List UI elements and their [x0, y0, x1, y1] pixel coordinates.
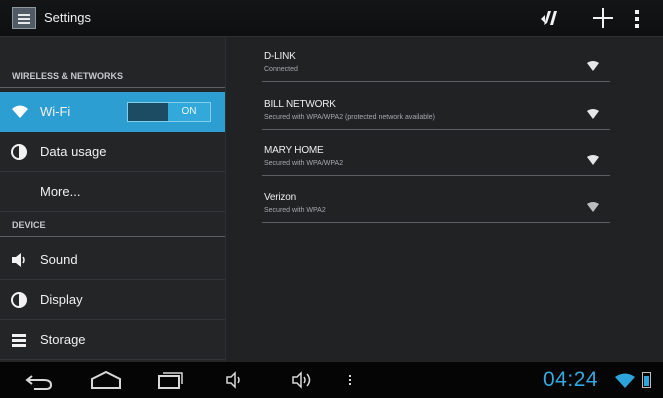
sidebar-item-label: Sound — [40, 252, 78, 267]
network-item[interactable]: D-LINK Connected — [262, 37, 610, 82]
sidebar-item-wifi[interactable]: Wi-Fi ON — [0, 92, 225, 132]
sidebar-item-more[interactable]: More... — [0, 172, 225, 212]
sidebar-item-label: Storage — [40, 332, 86, 347]
wifi-signal-icon — [586, 59, 600, 71]
wifi-network-list: D-LINK Connected BILL NETWORK Secured wi… — [226, 37, 663, 362]
wifi-signal-icon — [586, 107, 600, 119]
overflow-menu-icon[interactable] — [633, 5, 659, 31]
add-network-icon[interactable] — [590, 5, 616, 31]
clock[interactable]: 04:24 — [543, 368, 598, 392]
home-icon[interactable] — [89, 370, 123, 390]
section-header-wireless: WIRELESS & NETWORKS — [0, 68, 225, 88]
wps-sync-icon[interactable] — [536, 5, 562, 31]
network-status: Secured with WPA/WPA2 — [264, 160, 344, 167]
battery-icon[interactable] — [642, 372, 651, 388]
network-status: Secured with WPA/WPA2 (protected network… — [264, 114, 435, 121]
settings-app-icon[interactable] — [12, 7, 36, 29]
display-icon — [11, 292, 29, 308]
wifi-toggle-state: ON — [168, 103, 210, 121]
sidebar-item-label: Display — [40, 292, 83, 307]
sidebar-item-display[interactable]: Display — [0, 280, 225, 320]
volume-down-icon[interactable] — [225, 370, 245, 390]
recent-apps-icon[interactable] — [156, 370, 184, 390]
sidebar-item-storage[interactable]: Storage — [0, 320, 225, 360]
app-title: Settings — [44, 10, 91, 25]
action-bar: Settings — [0, 0, 663, 37]
system-navigation-bar: 04:24 — [0, 362, 663, 398]
sidebar-item-sound[interactable]: Sound — [0, 240, 225, 280]
sidebar-item-label: More... — [40, 184, 81, 199]
menu-icon[interactable] — [347, 370, 353, 390]
network-name: D-LINK — [264, 51, 296, 62]
volume-up-icon[interactable] — [291, 370, 317, 390]
settings-screen: Settings WIRELESS & NETWORKS Wi-Fi ON Da… — [0, 0, 663, 398]
network-item[interactable]: MARY HOME Secured with WPA/WPA2 — [262, 131, 610, 176]
network-name: MARY HOME — [264, 145, 324, 156]
wifi-status-icon[interactable] — [614, 373, 636, 389]
wifi-toggle[interactable]: ON — [127, 102, 211, 122]
wifi-icon — [11, 104, 29, 120]
sidebar-item-label: Data usage — [40, 144, 107, 159]
settings-category-list: WIRELESS & NETWORKS Wi-Fi ON Data usage — [0, 37, 225, 362]
storage-icon — [11, 332, 29, 348]
back-icon[interactable] — [24, 370, 54, 390]
network-name: BILL NETWORK — [264, 99, 336, 110]
network-item[interactable]: BILL NETWORK Secured with WPA/WPA2 (prot… — [262, 85, 610, 130]
sound-icon — [11, 252, 29, 268]
sidebar-item-label: Wi-Fi — [40, 104, 71, 119]
wifi-signal-icon — [586, 153, 600, 165]
wifi-signal-icon — [586, 200, 600, 212]
section-header-device: DEVICE — [0, 217, 225, 237]
network-status: Secured with WPA2 — [264, 207, 326, 214]
network-status: Connected — [264, 66, 298, 73]
data-usage-icon — [11, 144, 29, 160]
network-item[interactable]: Verizon Secured with WPA2 — [262, 178, 610, 223]
network-name: Verizon — [264, 192, 296, 203]
sidebar-item-data-usage[interactable]: Data usage — [0, 132, 225, 172]
